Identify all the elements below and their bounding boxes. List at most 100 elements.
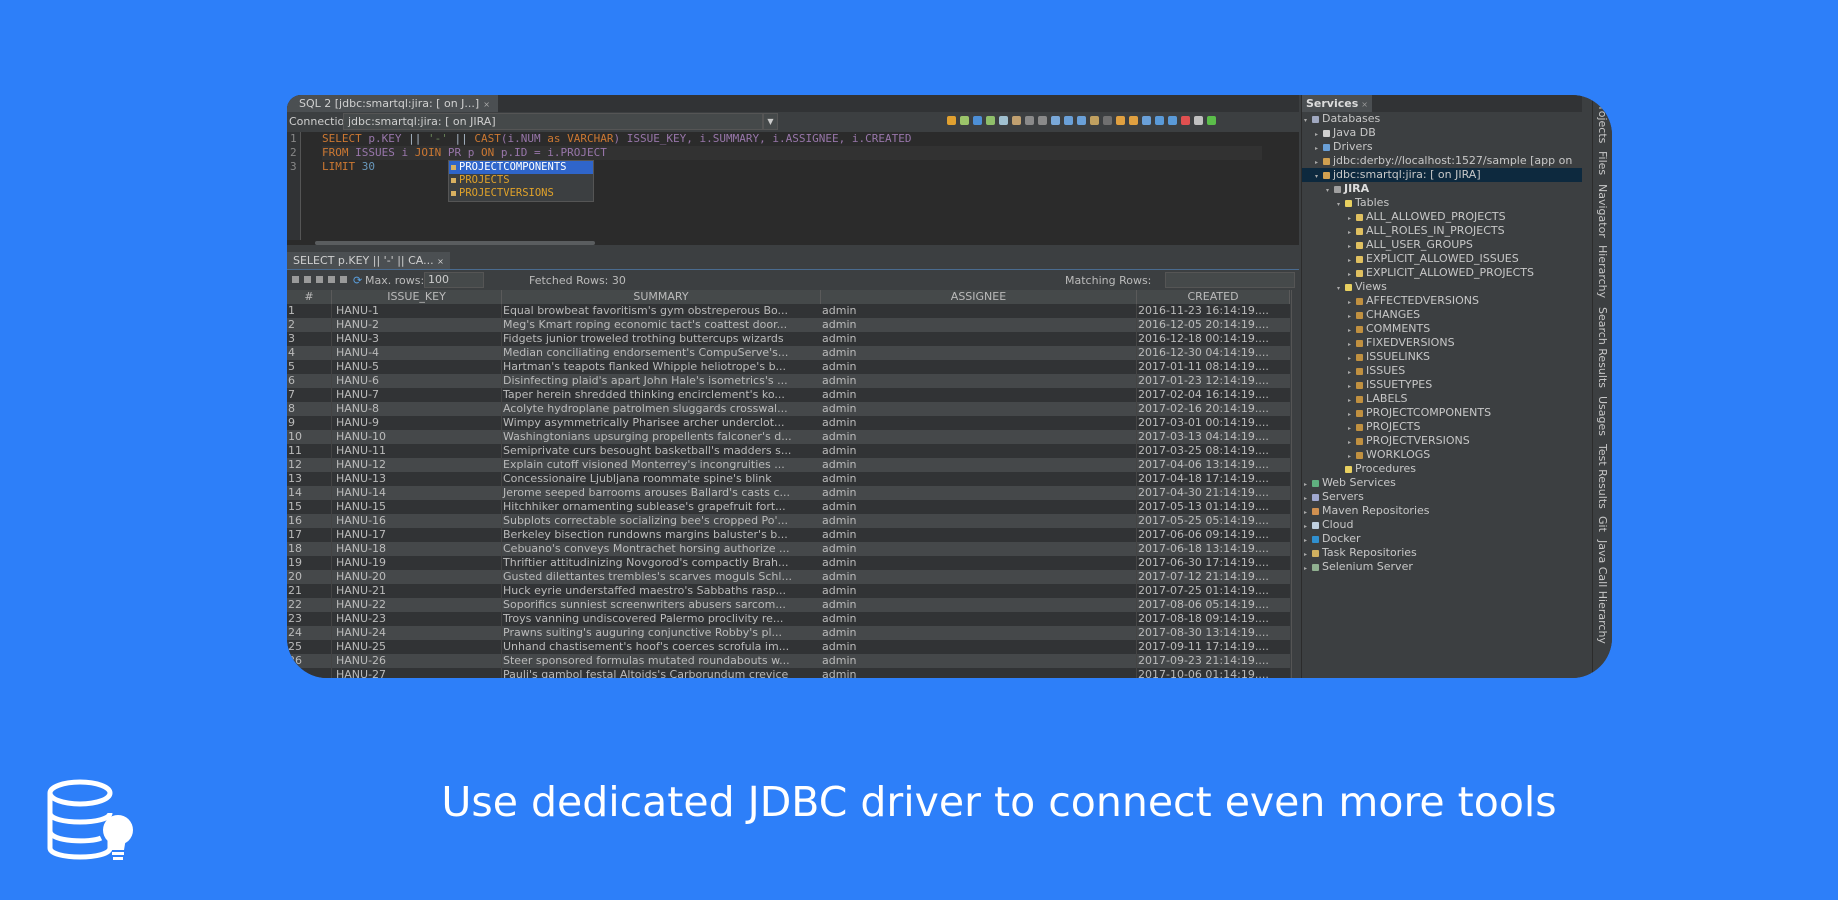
tree-node[interactable]: ▸ jdbc:derby://localhost:1527/sample [app… xyxy=(1302,154,1582,168)
table-row[interactable]: 12 HANU-12 Explain cutoff visioned Monterr… xyxy=(287,458,1290,472)
matching-rows-input[interactable] xyxy=(1165,272,1295,288)
max-rows-input[interactable]: 100 xyxy=(424,272,484,288)
tree-node[interactable]: ▸ Cloud xyxy=(1302,518,1582,532)
tree-node[interactable]: Procedures xyxy=(1302,462,1582,476)
collapsed-arrow-icon[interactable]: ▸ xyxy=(1304,562,1312,576)
tree-node[interactable]: ▸ PROJECTS xyxy=(1302,420,1582,434)
side-tab[interactable]: Java Call Hierarchy xyxy=(1596,540,1609,644)
side-tab[interactable]: Usages xyxy=(1596,396,1609,436)
next-bookmark-icon[interactable] xyxy=(1129,116,1138,125)
tab-sql-2[interactable]: SQL 2 [jdbc:smartql:jira: [ on J...] × xyxy=(287,95,498,112)
autocomplete-item[interactable]: PROJECTVERSIONS xyxy=(449,187,593,200)
tree-node[interactable]: ▸ EXPLICIT_ALLOWED_PROJECTS xyxy=(1302,266,1582,280)
history-icon[interactable] xyxy=(986,116,995,125)
table-row[interactable]: 27 HANU-27 Pauli's gambol festal Altoids's… xyxy=(287,668,1290,678)
refresh-icon[interactable]: ⟳ xyxy=(353,274,362,287)
tree-node[interactable]: ▾ Tables xyxy=(1302,196,1582,210)
side-tab[interactable]: Navigator xyxy=(1596,184,1609,238)
column-header[interactable]: SUMMARY xyxy=(502,290,821,304)
prev-bookmark-icon[interactable] xyxy=(1116,116,1125,125)
table-row[interactable]: 20 HANU-20 Gusted dilettantes trembles's s… xyxy=(287,570,1290,584)
tree-node[interactable]: ▸ Drivers xyxy=(1302,140,1582,154)
horizontal-scrollbar[interactable] xyxy=(315,241,595,245)
tree-node[interactable]: ▸ AFFECTEDVERSIONS xyxy=(1302,294,1582,308)
side-tab[interactable]: Search Results xyxy=(1596,307,1609,388)
table-row[interactable]: 11 HANU-11 Semiprivate curs besought baske… xyxy=(287,444,1290,458)
execute-icon[interactable] xyxy=(999,116,1008,125)
insert-row-icon[interactable] xyxy=(340,276,347,283)
tree-node[interactable]: ▸ PROJECTCOMPONENTS xyxy=(1302,406,1582,420)
table-row[interactable]: 2 HANU-2 Meg's Kmart roping economic tact'… xyxy=(287,318,1290,332)
table-row[interactable]: 19 HANU-19 Thriftier attitudinizing Novgor… xyxy=(287,556,1290,570)
side-tab[interactable]: Git xyxy=(1596,516,1609,532)
tree-node[interactable]: ▸ ALL_ROLES_IN_PROJECTS xyxy=(1302,224,1582,238)
close-icon[interactable]: × xyxy=(1361,100,1368,109)
comment-icon[interactable] xyxy=(1090,116,1099,125)
table-row[interactable]: 17 HANU-17 Berkeley bisection rundowns mar… xyxy=(287,528,1290,542)
run-sql-icon[interactable] xyxy=(947,116,956,125)
tree-node[interactable]: ▸ WORKLOGS xyxy=(1302,448,1582,462)
table-row[interactable]: 24 HANU-24 Prawns suiting's auguring conju… xyxy=(287,626,1290,640)
next-page-icon[interactable] xyxy=(316,276,323,283)
column-header[interactable]: # xyxy=(287,290,332,304)
column-header[interactable]: CREATED xyxy=(1137,290,1290,304)
code-editor[interactable]: 1 2 3 SELECT p.KEY || '-' || CAST(i.NUM … xyxy=(287,132,1299,245)
first-page-icon[interactable] xyxy=(292,276,299,283)
table-row[interactable]: 9 HANU-9 Wimpy asymmetrically Pharisee arc… xyxy=(287,416,1290,430)
status-ok-icon[interactable] xyxy=(1207,116,1216,125)
tree-node[interactable]: ▸ EXPLICIT_ALLOWED_ISSUES xyxy=(1302,252,1582,266)
forward-icon[interactable] xyxy=(1168,116,1177,125)
table-row[interactable]: 13 HANU-13 Concessionaire Ljubljana roomma… xyxy=(287,472,1290,486)
back-icon[interactable] xyxy=(1155,116,1164,125)
column-header[interactable]: ASSIGNEE xyxy=(821,290,1137,304)
prev-page-icon[interactable] xyxy=(304,276,311,283)
uncomment-icon[interactable] xyxy=(1103,116,1112,125)
autocomplete-item[interactable]: PROJECTCOMPONENTS xyxy=(449,161,593,174)
tree-node[interactable]: ▾ Views xyxy=(1302,280,1582,294)
table-row[interactable]: 21 HANU-21 Huck eyrie understaffed maestro… xyxy=(287,584,1290,598)
side-tab[interactable]: Projects xyxy=(1596,100,1609,143)
format-icon[interactable] xyxy=(1012,116,1021,125)
tree-node[interactable]: ▸ ISSUES xyxy=(1302,364,1582,378)
tree-node[interactable]: ▸ Task Repositories xyxy=(1302,546,1582,560)
keep-tab-icon[interactable] xyxy=(1025,116,1034,125)
tree-node[interactable]: ▸ FIXEDVERSIONS xyxy=(1302,336,1582,350)
table-row[interactable]: 3 HANU-3 Fidgets junior troweled trothing … xyxy=(287,332,1290,346)
tree-node[interactable]: ▸ ISSUELINKS xyxy=(1302,350,1582,364)
table-row[interactable]: 10 HANU-10 Washingtonians upsurging propel… xyxy=(287,430,1290,444)
table-row[interactable]: 4 HANU-4 Median conciliating endorsement's… xyxy=(287,346,1290,360)
tree-node[interactable]: ▸ ALL_ALLOWED_PROJECTS xyxy=(1302,210,1582,224)
tree-node[interactable]: ▸ LABELS xyxy=(1302,392,1582,406)
toggle-icon[interactable] xyxy=(1142,116,1151,125)
tree-node[interactable]: ▸ COMMENTS xyxy=(1302,322,1582,336)
run-statement-icon[interactable] xyxy=(960,116,969,125)
tree-node[interactable]: ▸ ALL_USER_GROUPS xyxy=(1302,238,1582,252)
table-row[interactable]: 8 HANU-8 Acolyte hydroplane patrolmen slug… xyxy=(287,402,1290,416)
table-row[interactable]: 16 HANU-16 Subplots correctable socializin… xyxy=(287,514,1290,528)
side-tab[interactable]: Test Results xyxy=(1596,444,1609,509)
autocomplete-item[interactable]: PROJECTS xyxy=(449,174,593,187)
stop-macro-icon[interactable] xyxy=(1194,116,1203,125)
record-macro-icon[interactable] xyxy=(1181,116,1190,125)
tree-node[interactable]: ▾ jdbc:smartql:jira: [ on JIRA] xyxy=(1302,168,1582,182)
table-row[interactable]: 15 HANU-15 Hitchhiker ornamenting sublease… xyxy=(287,500,1290,514)
last-page-icon[interactable] xyxy=(328,276,335,283)
tree-node[interactable]: ▾ Databases xyxy=(1302,112,1582,126)
tab-results[interactable]: SELECT p.KEY || '-' || CA... × xyxy=(287,252,450,269)
tree-node[interactable]: ▸ ISSUETYPES xyxy=(1302,378,1582,392)
table-row[interactable]: 26 HANU-26 Steer sponsored formulas mutate… xyxy=(287,654,1290,668)
side-tab[interactable]: Files xyxy=(1596,151,1609,175)
shift-left-icon[interactable] xyxy=(1064,116,1073,125)
tree-node[interactable]: ▸ Docker xyxy=(1302,532,1582,546)
bookmark-icon[interactable] xyxy=(1038,116,1047,125)
tab-services[interactable]: Services × xyxy=(1302,95,1372,112)
save-icon[interactable] xyxy=(973,116,982,125)
side-tab[interactable]: Hierarchy xyxy=(1596,245,1609,298)
tree-node[interactable]: ▸ Java DB xyxy=(1302,126,1582,140)
table-row[interactable]: 6 HANU-6 Disinfecting plaid's apart John H… xyxy=(287,374,1290,388)
chevron-down-icon[interactable]: ▼ xyxy=(763,113,778,130)
vertical-scrollbar[interactable] xyxy=(1291,290,1299,678)
table-row[interactable]: 1 HANU-1 Equal browbeat favoritism's gym o… xyxy=(287,304,1290,318)
tree-node[interactable]: ▸ CHANGES xyxy=(1302,308,1582,322)
tree-node[interactable]: ▸ Servers xyxy=(1302,490,1582,504)
